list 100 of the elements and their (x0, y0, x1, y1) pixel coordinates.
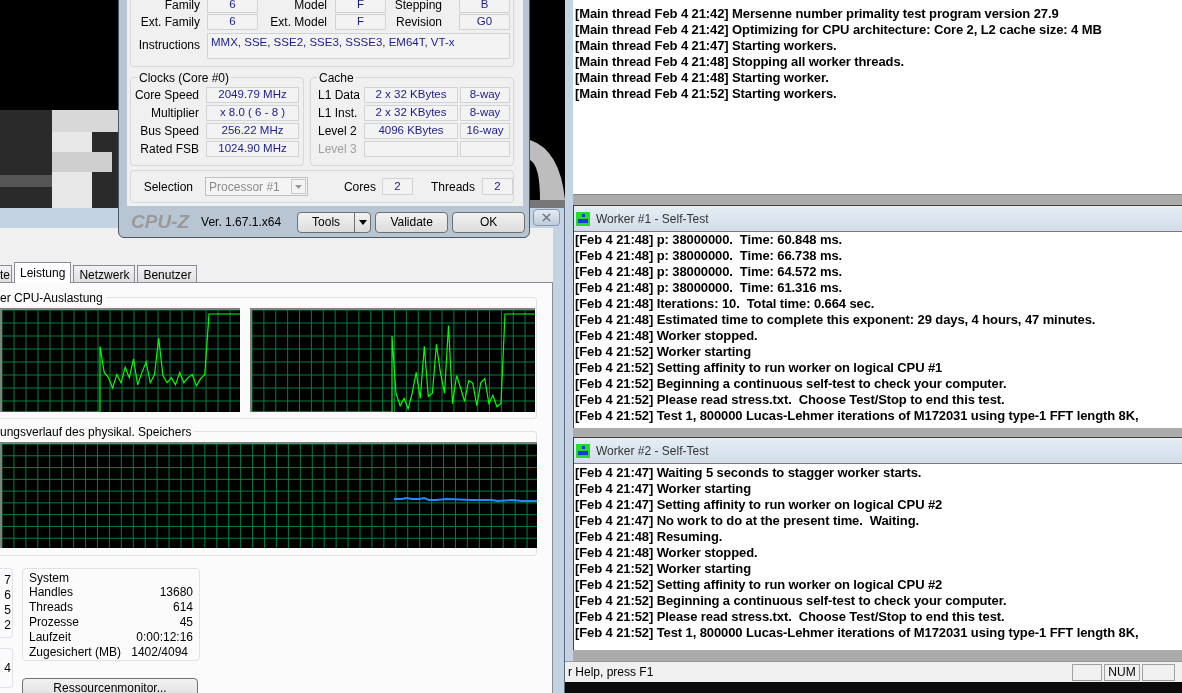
field-label: Ext. Model (270, 15, 327, 29)
caret-icon (358, 219, 367, 225)
cache-size: 4096 KBytes (364, 123, 458, 139)
field-value: 6 (207, 14, 258, 30)
log-line: [Main thread Feb 4 21:48] Starting worker. (575, 70, 830, 86)
tab[interactable]: te (0, 265, 12, 283)
field-label: Selection (143, 179, 194, 194)
cache-ways: 16-way (460, 123, 510, 139)
window-title: Worker #2 - Self-Test (596, 442, 709, 460)
log-line: [Feb 4 21:48] p: 38000000. Time: 66.738 ms. (575, 248, 844, 264)
caret-icon (294, 184, 302, 189)
field-label: Threads (430, 179, 475, 194)
field-value: 2 (482, 178, 513, 195)
group-title: System (29, 571, 70, 585)
field-value: 256.22 MHz (206, 123, 299, 139)
cache-ways (460, 141, 510, 157)
stat-value: 6 (4, 588, 11, 603)
cache-size: 2 x 32 KBytes (364, 105, 458, 121)
field-label: Core Speed (134, 88, 199, 102)
stat-value: 7 (4, 573, 11, 588)
stat-label: Laufzeit (29, 630, 72, 645)
log-line: [Feb 4 21:52] Please read stress.txt. Choose Test/Stop to end this test. (575, 392, 1006, 408)
field-label: Bus Speed (140, 124, 199, 138)
field-label: Model (294, 0, 327, 12)
field-value: G0 (459, 14, 510, 30)
field-label: L1 Data (318, 88, 361, 102)
log-line: [Main thread Feb 4 21:48] Stopping all worker threads. (575, 54, 906, 70)
log-line: [Feb 4 21:52] Setting affinity to run worker on logical CPU #2 (575, 577, 944, 593)
stat-label: Threads (29, 600, 74, 615)
field-value: 2 (381, 178, 413, 195)
field-label: Level 3 (318, 142, 357, 156)
log-line: [Feb 4 21:48] p: 38000000. Time: 64.572 ms. (575, 264, 844, 280)
log-line: [Feb 4 21:47] Setting affinity to run worker on logical CPU #2 (575, 497, 944, 513)
log-line: [Feb 4 21:48] Iterations: 10. Total time: 0.664 sec. (575, 296, 876, 312)
log-line: [Main thread Feb 4 21:42] Optimizing for CPU architecture: Core 2, L2 cache size: 4 MB (575, 22, 1103, 38)
app-logo: CPU-Z (131, 209, 190, 234)
instructions-value: MMX, SSE, SSE2, SSE3, SSSE3, EM64T, VT-x (207, 33, 510, 59)
field-value: 2049.79 MHz (206, 87, 299, 103)
field-value: 1024.90 MHz (206, 141, 299, 157)
field-label: Ext. Family (140, 15, 200, 29)
stat-label: Prozesse (29, 615, 80, 630)
log-line: [Feb 4 21:52] Worker starting (575, 344, 753, 360)
field-label: Rated FSB (140, 142, 199, 156)
cache-ways: 8-way (460, 105, 510, 121)
log-line: [Main thread Feb 4 21:52] Starting workers. (575, 86, 838, 102)
log-line: [Feb 4 21:48] Estimated time to complete this exponent: 29 days, 4 hours, 47 minutes. (575, 312, 1097, 328)
log-line: [Feb 4 21:52] Setting affinity to run worker on logical CPU #1 (575, 360, 944, 376)
cache-size: 2 x 32 KBytes (364, 87, 458, 103)
log-line: [Feb 4 21:47] Waiting 5 seconds to stagger worker starts. (575, 465, 923, 481)
log-line: [Feb 4 21:52] Please read stress.txt. Choose Test/Stop to end this test. (575, 609, 1006, 625)
tools-button[interactable]: Tools (297, 211, 372, 233)
field-label: Stepping (394, 0, 442, 12)
tab[interactable]: Benutzer (137, 265, 198, 283)
close-icon (540, 211, 553, 224)
tab[interactable]: Leistung (14, 262, 72, 283)
stat-value: 13680 (159, 585, 193, 600)
dialog-button[interactable]: OK (452, 211, 526, 233)
window-title: Worker #1 - Self-Test (596, 210, 709, 228)
log-line: [Feb 4 21:48] Resuming. (575, 529, 724, 545)
stat-value: 614 (172, 600, 193, 615)
log-line: [Feb 4 21:52] Beginning a continuous self-test to check your computer. (575, 593, 1008, 609)
stat-label: Handles (29, 585, 74, 600)
field-value: x 8.0 ( 6 - 8 ) (206, 105, 299, 121)
stat-value: 2 (4, 618, 11, 633)
stat-value: 1402/4094 (131, 645, 189, 660)
status-text: r Help, press F1 (567, 664, 654, 681)
log-line: [Feb 4 21:47] Worker starting (575, 481, 753, 497)
field-label: L1 Inst. (318, 106, 358, 120)
log-line: [Feb 4 21:48] Worker stopped. (575, 328, 759, 344)
log-line: [Feb 4 21:48] Worker stopped. (575, 545, 759, 561)
stat-value: 5 (4, 603, 11, 618)
stat-value: 45 (179, 615, 193, 630)
field-label: Revision (395, 15, 442, 29)
field-value: 6 (207, 0, 258, 13)
log-line: [Feb 4 21:47] No work to do at the present time. Waiting. (575, 513, 921, 529)
resource-monitor-button[interactable]: Ressourcenmonitor... (22, 678, 198, 693)
log-line: [Feb 4 21:52] Beginning a continuous self-test to check your computer. (575, 376, 1008, 392)
log-line: [Feb 4 21:52] Worker starting (575, 561, 753, 577)
log-line: [Feb 4 21:48] p: 38000000. Time: 60.848 ms. (575, 232, 844, 248)
field-value: F (335, 14, 386, 30)
stat-value: 0:00:12:16 (136, 630, 193, 645)
app-icon (576, 443, 590, 458)
app-icon (576, 211, 590, 226)
log-line: [Feb 4 21:48] p: 38000000. Time: 61.316 ms. (575, 280, 844, 296)
version-label: Ver. 1.67.1.x64 (201, 214, 282, 231)
field-label: Level 2 (318, 124, 357, 138)
field-label: Cores (343, 179, 376, 194)
num-lock-indicator: NUM (1104, 663, 1140, 681)
field-label: Family (164, 0, 200, 12)
dialog-button[interactable]: Validate (375, 211, 449, 233)
log-line: [Feb 4 21:52] Test 1, 800000 Lucas-Lehmer iterations of M172031 using type-1 FFT length 8K, (575, 408, 1140, 424)
field-label: Multiplier (151, 106, 199, 120)
stat-value: 4 (4, 661, 11, 676)
log-line: [Feb 4 21:52] Test 1, 800000 Lucas-Lehmer iterations of M172031 using type-1 FFT length 8K, (575, 625, 1140, 641)
tab[interactable]: Netzwerk (73, 265, 136, 283)
log-line: [Main thread Feb 4 21:42] Mersenne number primality test program version 27.9 (575, 6, 1060, 22)
close-button[interactable] (533, 209, 560, 226)
field-value: F (335, 0, 386, 13)
cache-ways: 8-way (460, 87, 510, 103)
stat-label: Zugesichert (MB) (29, 645, 122, 660)
